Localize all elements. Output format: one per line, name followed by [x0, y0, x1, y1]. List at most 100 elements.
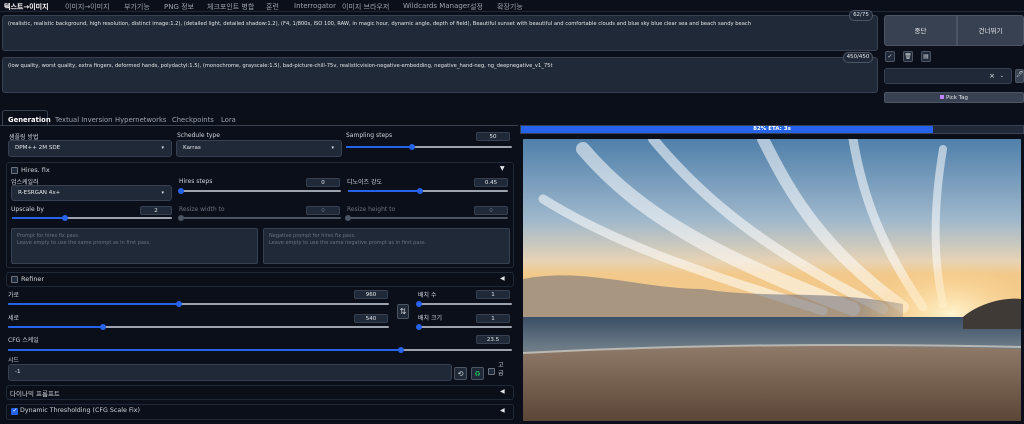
refiner-checkbox[interactable]	[11, 276, 18, 283]
positive-token-counter: 62/75	[849, 10, 873, 21]
nav-tab-train[interactable]: 훈련	[266, 2, 279, 12]
positive-prompt-input[interactable]: (realistic, realistic background, high r…	[2, 15, 878, 51]
hires-prompt-input[interactable]: Prompt for hires fix pass. Leave empty to…	[11, 228, 258, 264]
hires-steps-label: Hires steps	[179, 178, 213, 185]
hires-prompt-placeholder: Prompt for hires fix pass.	[17, 233, 80, 239]
sampling-steps-slider[interactable]	[346, 144, 512, 150]
seed-value: -1	[15, 369, 21, 375]
swap-dimensions-button[interactable]: ⇅	[397, 304, 409, 319]
hires-prompt-placeholder-hint: Leave empty to use the same prompt as in…	[17, 240, 151, 246]
cfg-scale-label: CFG 스케일	[8, 337, 39, 344]
batch-count-input[interactable]: 1	[476, 290, 510, 299]
resize-width-input[interactable]: 0	[306, 206, 340, 215]
expand-triangle-icon[interactable]: ◀	[500, 388, 505, 395]
batch-count-slider[interactable]	[416, 301, 512, 307]
refiner-title: Refiner	[21, 275, 45, 283]
width-slider[interactable]	[8, 301, 389, 307]
hires-steps-slider[interactable]	[178, 188, 341, 194]
sampling-steps-label: Sampling steps	[346, 132, 393, 139]
denoising-strength-input[interactable]: 0.45	[474, 178, 508, 187]
pick-tag-button[interactable]: Pick Tag	[884, 92, 1024, 103]
tag-icon	[940, 95, 944, 99]
positive-prompt-text: (realistic, realistic background, high r…	[8, 21, 752, 27]
resize-width-slider[interactable]	[178, 215, 341, 221]
nav-tab-settings[interactable]: 설정	[470, 2, 483, 12]
cfg-scale-slider[interactable]	[8, 347, 512, 353]
seed-label: 시드	[8, 357, 20, 364]
expand-triangle-icon[interactable]: ◀	[500, 407, 505, 414]
resize-height-label: Resize height to	[347, 206, 396, 213]
hires-negative-placeholder: Negative prompt for hires fix pass.	[269, 233, 356, 239]
nav-tab-img2img[interactable]: 이미지→이미지	[65, 2, 110, 12]
tabs-divider	[0, 125, 518, 126]
hires-negative-placeholder-hint: Leave empty to use the same negative pro…	[269, 240, 427, 246]
chevron-down-icon: ▾	[161, 190, 164, 196]
dynamic-prompts-title: 다이나믹 프롬프트	[10, 390, 60, 398]
tab-lora[interactable]: Lora	[221, 116, 236, 124]
negative-prompt-text: (low quality, worst quality, extra finge…	[8, 63, 553, 69]
skip-button[interactable]: 건너뛰기	[957, 15, 1024, 46]
nav-tab-extensions[interactable]: 확장기능	[497, 2, 523, 12]
height-slider[interactable]	[8, 324, 389, 330]
chevron-down-icon: ⌄	[999, 73, 1004, 79]
chevron-down-icon: ▾	[331, 145, 334, 151]
pick-tag-label: Pick Tag	[946, 95, 968, 101]
seed-input[interactable]: -1	[8, 364, 452, 381]
dynamic-prompts-section[interactable]	[6, 385, 514, 400]
upscaler-select[interactable]: R-ESRGAN 4x+ ▾	[11, 185, 172, 201]
sampling-steps-input[interactable]: 50	[476, 132, 510, 141]
nav-tab-extras[interactable]: 부가기능	[124, 2, 150, 12]
negative-prompt-input[interactable]: (low quality, worst quality, extra finge…	[2, 57, 878, 93]
reuse-seed-recycle-icon[interactable]: ♻	[471, 367, 484, 380]
batch-size-input[interactable]: 1	[476, 314, 510, 323]
cfg-scale-input[interactable]: 23.5	[476, 335, 510, 344]
extra-seed-checkbox[interactable]	[488, 368, 495, 375]
trash-icon[interactable]: 🗑	[903, 51, 913, 62]
collapse-triangle-icon[interactable]: ▼	[500, 165, 505, 172]
refiner-section	[6, 272, 514, 287]
height-input[interactable]: 540	[354, 314, 388, 323]
tab-checkpoints[interactable]: Checkpoints	[172, 116, 214, 124]
tab-generation[interactable]: Generation	[8, 116, 51, 124]
width-input[interactable]: 960	[354, 290, 388, 299]
hires-fix-checkbox[interactable]	[11, 167, 18, 174]
resize-width-label: Resize width to	[179, 206, 225, 213]
sampling-method-value: DPM++ 2M SDE	[15, 145, 61, 151]
clear-icon[interactable]: ×	[989, 69, 995, 84]
dynamic-thresholding-checkbox[interactable]	[11, 407, 18, 415]
resize-height-input[interactable]: 0	[474, 206, 508, 215]
denoising-strength-label: 디노이즈 강도	[347, 179, 383, 186]
expand-triangle-icon[interactable]: ◀	[500, 275, 505, 282]
interrupt-button[interactable]: 중단	[884, 15, 957, 46]
negative-token-counter: 450/450	[843, 52, 873, 63]
styles-dropdown[interactable]: × ⌄	[884, 68, 1012, 84]
batch-size-slider[interactable]	[416, 324, 512, 330]
check-icon[interactable]: ✓	[885, 51, 895, 62]
nav-tab-txt2img[interactable]: 텍스트→이미지	[4, 2, 49, 12]
height-label: 세로	[8, 315, 20, 322]
sampling-method-select[interactable]: DPM++ 2M SDE ▾	[8, 140, 172, 157]
tab-textual-inversion[interactable]: Textual Inversion	[55, 116, 112, 124]
apply-style-icon[interactable]: 🖊	[1015, 69, 1024, 83]
hires-negative-prompt-input[interactable]: Negative prompt for hires fix pass. Leave…	[263, 228, 510, 264]
upscale-by-slider[interactable]	[12, 215, 172, 221]
resize-height-slider[interactable]	[345, 215, 508, 221]
random-seed-dice-icon[interactable]: ⟲	[454, 367, 467, 380]
width-label: 가로	[8, 292, 20, 299]
preview-image[interactable]	[523, 139, 1021, 421]
hires-steps-input[interactable]: 0	[306, 178, 340, 187]
dynamic-thresholding-title: Dynamic Thresholding (CFG Scale Fix)	[20, 407, 140, 414]
upscaler-value: R-ESRGAN 4x+	[18, 190, 61, 196]
progress-text: 82% ETA: 3s	[753, 126, 791, 132]
tab-hypernetworks[interactable]: Hypernetworks	[115, 116, 166, 124]
nav-tab-image-browser[interactable]: 이미지 브라우저	[342, 2, 389, 12]
nav-tab-checkpoint-merger[interactable]: 체크포인트 병합	[207, 2, 254, 12]
style-document-icon[interactable]: ▤	[921, 51, 931, 62]
denoising-strength-slider[interactable]	[348, 188, 508, 194]
upscale-by-input[interactable]: 2	[140, 206, 172, 215]
chevron-down-icon: ▾	[161, 145, 164, 151]
nav-tab-png-info[interactable]: PNG 정보	[164, 2, 194, 12]
nav-tab-interrogator[interactable]: Interrogator	[294, 2, 336, 10]
nav-tab-wildcards-manager[interactable]: Wildcards Manager	[403, 2, 470, 10]
schedule-type-select[interactable]: Karras ▾	[176, 140, 342, 157]
